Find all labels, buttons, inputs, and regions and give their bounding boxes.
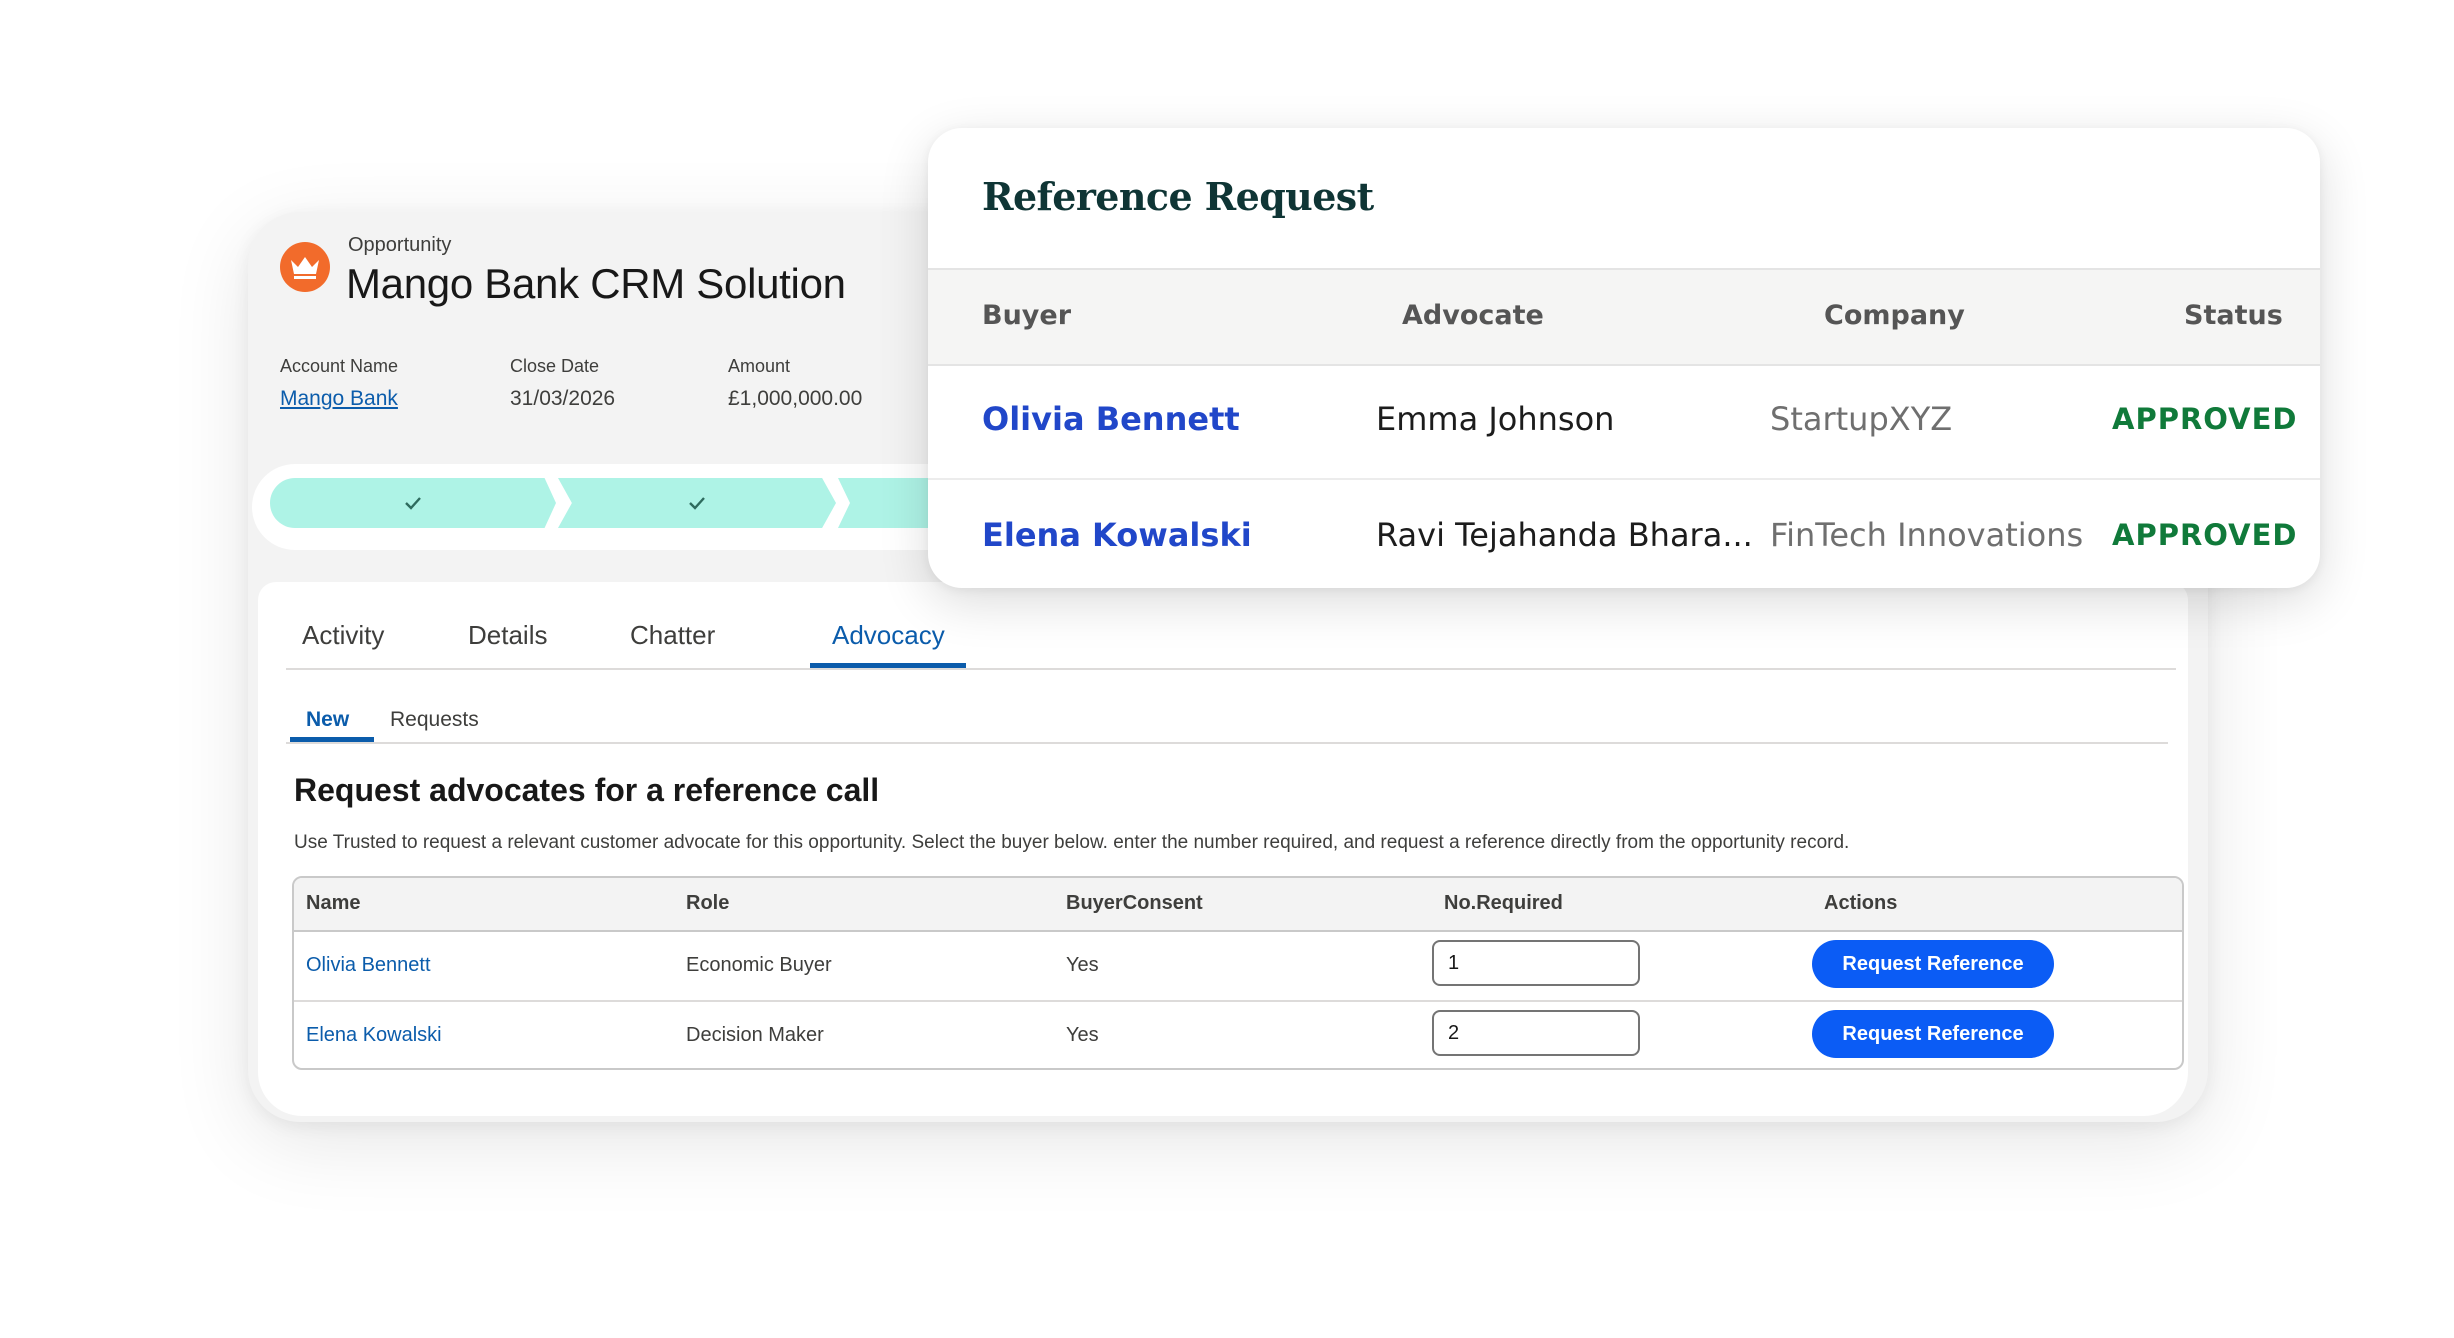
column-header-buyer-consent[interactable]: BuyerConsent <box>1066 892 1203 915</box>
reference-table-header: Buyer Advocate Company Status <box>928 268 2320 366</box>
reference-request-card: Reference Request Buyer Advocate Company… <box>928 128 2320 588</box>
reference-row: Elena Kowalski Ravi Tejahanda Bhara... F… <box>928 480 2320 588</box>
account-name-link[interactable]: Mango Bank <box>280 387 398 411</box>
buyer-role: Economic Buyer <box>686 954 832 976</box>
column-header-buyer: Buyer <box>982 300 1072 331</box>
column-header-actions: Actions <box>1824 892 1898 914</box>
field-label: Close Date <box>510 356 600 376</box>
status-badge: APPROVED <box>2112 518 2298 552</box>
section-description: Use Trusted to request a relevant custom… <box>294 832 1850 853</box>
buyer-consent: Yes <box>1066 1024 1099 1046</box>
reference-row: Olivia Bennett Emma Johnson StartupXYZ A… <box>928 364 2320 480</box>
column-header-advocate: Advocate <box>1402 300 1544 331</box>
no-required-input[interactable] <box>1432 1010 1640 1056</box>
advocates-table: Name Role BuyerConsent No.Required Actio… <box>292 876 2184 1070</box>
table-header: Name Role BuyerConsent No.Required Actio… <box>294 878 2182 932</box>
section-title: Request advocates for a reference call <box>294 772 880 808</box>
check-icon <box>689 497 705 510</box>
field-value: 31/03/2026 <box>510 387 616 410</box>
path-stage-1[interactable] <box>270 478 556 528</box>
advocacy-subtabs: New Requests <box>286 692 2168 744</box>
field-close-date: Close Date 31/03/2026 <box>510 356 615 411</box>
record-title: Mango Bank CRM Solution <box>346 260 846 307</box>
column-header-name[interactable]: Name <box>306 892 360 915</box>
table-row: Olivia Bennett Economic Buyer Yes Reques… <box>294 932 2182 1002</box>
column-header-no-required[interactable]: No.Required <box>1444 892 1563 915</box>
tab-activity[interactable]: Activity <box>302 620 384 651</box>
tab-advocacy[interactable]: Advocacy <box>832 620 945 651</box>
subtab-new[interactable]: New <box>306 708 349 732</box>
column-header-company: Company <box>1824 300 1965 331</box>
company-name: StartupXYZ <box>1770 400 1953 438</box>
field-account-name: Account Name Mango Bank <box>280 356 398 411</box>
request-reference-button[interactable]: Request Reference <box>1812 1010 2054 1058</box>
buyer-role: Decision Maker <box>686 1024 824 1046</box>
advocate-name: Ravi Tejahanda Bhara... <box>1376 516 1753 554</box>
active-tab-indicator <box>810 663 966 668</box>
crown-icon <box>280 242 330 292</box>
active-subtab-indicator <box>290 737 374 742</box>
no-required-input[interactable] <box>1432 940 1640 986</box>
field-amount: Amount £1,000,000.00 <box>728 356 862 411</box>
tab-details[interactable]: Details <box>468 620 547 651</box>
field-label: Amount <box>728 356 791 376</box>
column-header-role[interactable]: Role <box>686 892 729 915</box>
check-icon <box>405 497 421 510</box>
path-stage-2[interactable] <box>558 478 836 528</box>
buyer-consent: Yes <box>1066 954 1099 976</box>
buyer-name-link[interactable]: Elena Kowalski <box>306 1024 442 1047</box>
record-tabs: Activity Details Chatter Advocacy <box>286 610 2176 670</box>
request-reference-button[interactable]: Request Reference <box>1812 940 2054 988</box>
field-value: £1,000,000.00 <box>728 387 863 410</box>
buyer-link[interactable]: Elena Kowalski <box>982 516 1252 554</box>
tab-chatter[interactable]: Chatter <box>630 620 715 651</box>
reference-request-title: Reference Request <box>982 174 1374 219</box>
column-header-status: Status <box>2184 300 2283 331</box>
status-badge: APPROVED <box>2112 402 2298 436</box>
advocate-name: Emma Johnson <box>1376 400 1615 438</box>
buyer-name-link[interactable]: Olivia Bennett <box>306 954 431 977</box>
subtab-requests[interactable]: Requests <box>390 708 479 732</box>
buyer-link[interactable]: Olivia Bennett <box>982 400 1240 438</box>
table-row: Elena Kowalski Decision Maker Yes Reques… <box>294 1002 2182 1068</box>
field-label: Account Name <box>280 356 399 376</box>
company-name: FinTech Innovations <box>1770 516 2084 554</box>
object-type-label: Opportunity <box>348 234 452 256</box>
record-detail-panel: Activity Details Chatter Advocacy New Re… <box>258 582 2188 1116</box>
